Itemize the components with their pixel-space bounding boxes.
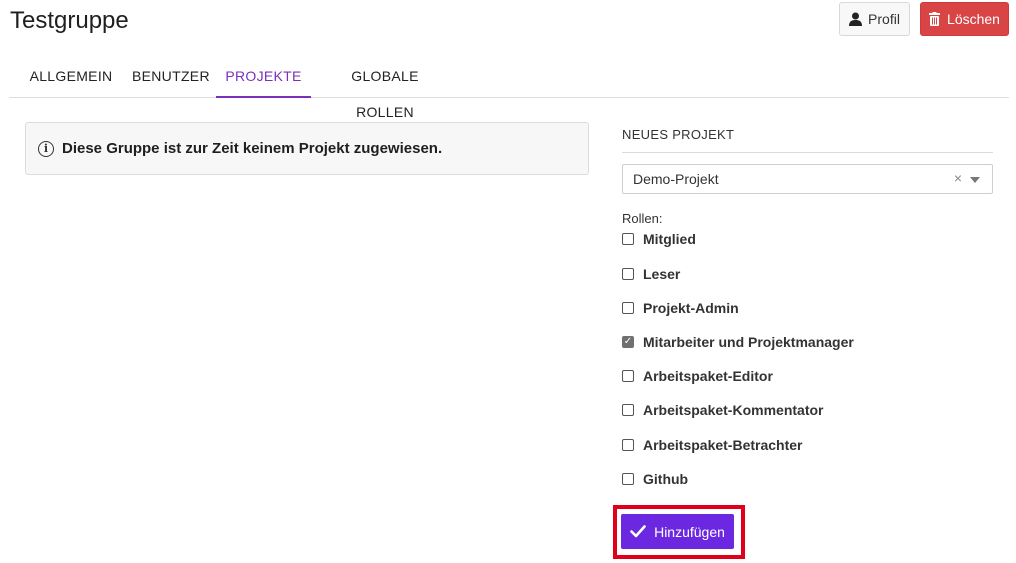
delete-button[interactable]: Löschen xyxy=(920,2,1009,36)
profile-button-label: Profil xyxy=(868,11,900,27)
role-label: Projekt-Admin xyxy=(643,300,739,316)
role-option[interactable]: Mitglied xyxy=(622,231,696,247)
role-checkbox[interactable] xyxy=(622,439,634,451)
tab-bar: ALLGEMEIN BENUTZER PROJEKTE GLOBALE ROLL… xyxy=(9,58,1009,120)
role-checkbox[interactable] xyxy=(622,473,634,485)
role-option[interactable]: Arbeitspaket-Editor xyxy=(622,368,773,384)
user-icon xyxy=(849,12,863,26)
role-option[interactable]: Arbeitspaket-Kommentator xyxy=(622,402,823,418)
tab-projekte[interactable]: PROJEKTE xyxy=(216,58,311,98)
role-label: Arbeitspaket-Kommentator xyxy=(643,402,824,418)
tab-globale-rollen[interactable]: GLOBALE ROLLEN xyxy=(325,58,445,120)
role-label: Leser xyxy=(643,266,681,282)
role-checkbox[interactable] xyxy=(622,370,634,382)
role-option[interactable]: Github xyxy=(622,471,688,487)
project-select-value: Demo-Projekt xyxy=(633,171,719,187)
role-option[interactable]: Leser xyxy=(622,266,680,282)
role-option[interactable]: Projekt-Admin xyxy=(622,300,739,316)
profile-button[interactable]: Profil xyxy=(839,2,910,36)
tab-benutzer[interactable]: BENUTZER xyxy=(132,58,210,97)
role-label: Mitarbeiter und Projektmanager xyxy=(643,334,854,350)
role-label: Mitglied xyxy=(643,231,696,247)
page-title: Testgruppe xyxy=(10,7,129,34)
roles-label: Rollen: xyxy=(622,211,663,226)
info-icon: i xyxy=(38,140,54,157)
add-button[interactable]: Hinzufügen xyxy=(621,514,734,549)
chevron-down-icon[interactable] xyxy=(970,177,980,183)
role-label: Github xyxy=(643,471,689,487)
trash-icon xyxy=(929,12,941,26)
role-label: Arbeitspaket-Editor xyxy=(643,368,773,384)
role-checkbox[interactable] xyxy=(622,404,634,416)
info-notice: i Diese Gruppe ist zur Zeit keinem Proje… xyxy=(25,122,589,175)
checkmark-icon xyxy=(630,525,646,538)
role-checkbox[interactable] xyxy=(622,268,634,280)
tab-allgemein[interactable]: ALLGEMEIN xyxy=(25,58,117,97)
add-button-label: Hinzufügen xyxy=(654,523,725,540)
role-checkbox-checked[interactable]: ✓ xyxy=(622,336,634,348)
role-option[interactable]: Arbeitspaket-Betrachter xyxy=(622,437,803,453)
role-label: Arbeitspaket-Betrachter xyxy=(643,437,803,453)
clear-icon[interactable]: × xyxy=(954,170,962,186)
project-select[interactable]: Demo-Projekt × xyxy=(622,164,993,194)
role-option[interactable]: ✓ Mitarbeiter und Projektmanager xyxy=(622,334,854,350)
delete-button-label: Löschen xyxy=(947,11,1000,27)
role-checkbox[interactable] xyxy=(622,302,634,314)
role-checkbox[interactable] xyxy=(622,233,634,245)
new-project-heading: NEUES PROJEKT xyxy=(622,127,993,153)
notice-text: Diese Gruppe ist zur Zeit keinem Projekt… xyxy=(62,140,443,157)
